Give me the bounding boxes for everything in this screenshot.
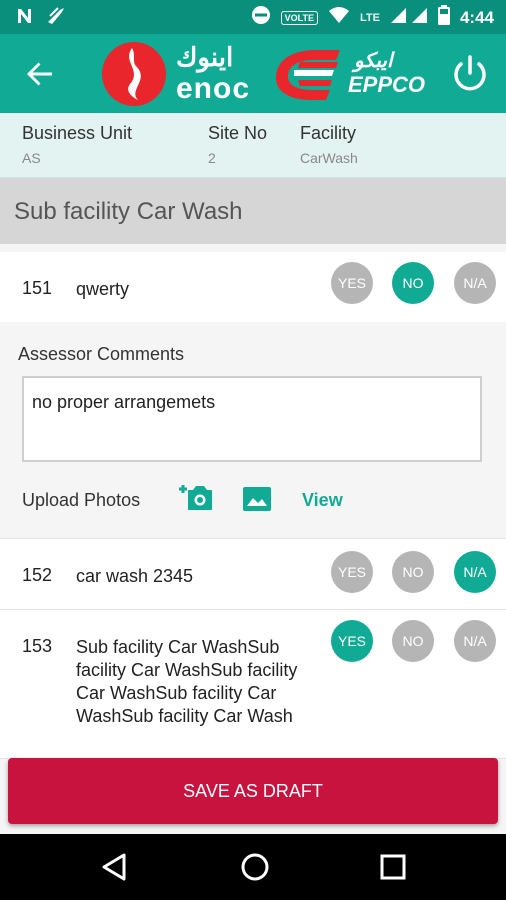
section-title: Sub facility Car Wash	[14, 198, 243, 225]
battery-icon	[437, 5, 450, 30]
no-option[interactable]: NO	[392, 620, 434, 662]
view-photos-link[interactable]: View	[302, 490, 343, 511]
na-option[interactable]: N/A	[454, 620, 496, 662]
business-unit: Business Unit AS	[22, 123, 132, 166]
facility: Facility CarWash	[300, 123, 358, 166]
question-row: 152 car wash 2345 YES NO N/A	[0, 538, 506, 610]
yes-option[interactable]: YES	[331, 620, 373, 662]
question-text: car wash 2345	[76, 566, 194, 586]
power-icon[interactable]	[448, 52, 492, 96]
nav-back-icon[interactable]	[100, 852, 128, 882]
volte-badge: VOLTE	[280, 10, 318, 25]
question-text: qwerty	[76, 279, 130, 299]
site-info-bar: Business Unit AS Site No 2 Facility CarW…	[0, 113, 506, 178]
question-number: 151	[22, 278, 53, 298]
question-row: 151 qwerty YES NO N/A	[0, 252, 506, 323]
facility-label: Facility	[300, 123, 357, 143]
dnd-icon	[251, 5, 271, 30]
site-no: Site No 2	[208, 123, 267, 166]
yes-option[interactable]: YES	[331, 551, 373, 593]
na-option[interactable]: N/A	[454, 551, 496, 593]
section-header: Sub facility Car Wash	[0, 178, 506, 244]
wifi-icon	[328, 6, 350, 29]
app-bar: اينوك enoc ايبكو EPPCO	[0, 34, 506, 113]
comments-input[interactable]: no proper arrangemets	[22, 376, 482, 462]
eppco-logo: ايبكو EPPCO	[272, 46, 426, 102]
site-no-label: Site No	[208, 123, 268, 143]
enoc-arabic: اينوك	[176, 42, 234, 72]
save-as-draft-button[interactable]: SAVE AS DRAFT	[8, 758, 498, 824]
site-no-value: 2	[208, 150, 216, 166]
network-type: LTE	[360, 11, 380, 24]
question-number: 152	[22, 565, 53, 585]
enoc-text: enoc	[176, 72, 251, 105]
image-icon[interactable]	[242, 486, 272, 512]
nav-recents-icon[interactable]	[380, 854, 406, 880]
business-unit-value: AS	[22, 150, 41, 166]
system-nav-bar	[0, 834, 506, 900]
yes-option[interactable]: YES	[331, 262, 373, 304]
enoc-logo: اينوك enoc	[102, 40, 262, 108]
status-bar: VOLTE LTE 4:44	[0, 0, 506, 34]
upload-photos-label: Upload Photos	[22, 490, 141, 510]
eppco-text: EPPCO	[348, 72, 426, 97]
back-arrow-icon[interactable]	[24, 58, 56, 90]
question-row: 153 Sub facility Car WashSub facility Ca…	[0, 610, 506, 759]
question-text: Sub facility Car WashSub facility Car Wa…	[76, 637, 298, 726]
status-time: 4:44	[459, 7, 494, 27]
signal-icon	[390, 6, 428, 29]
eppco-arabic: ايبكو	[354, 50, 393, 72]
business-unit-label: Business Unit	[22, 123, 133, 143]
nav-home-icon[interactable]	[240, 852, 270, 882]
facility-value: CarWash	[300, 150, 358, 166]
bird-icon	[46, 6, 68, 31]
comments-title: Assessor Comments	[18, 344, 185, 364]
question-number: 153	[22, 636, 53, 656]
assessor-comments-panel: Assessor Comments no proper arrangemets …	[0, 322, 506, 538]
n-icon	[16, 7, 34, 30]
na-option[interactable]: N/A	[454, 262, 496, 304]
no-option[interactable]: NO	[392, 262, 434, 304]
add-photo-icon[interactable]	[178, 482, 214, 512]
no-option[interactable]: NO	[392, 551, 434, 593]
